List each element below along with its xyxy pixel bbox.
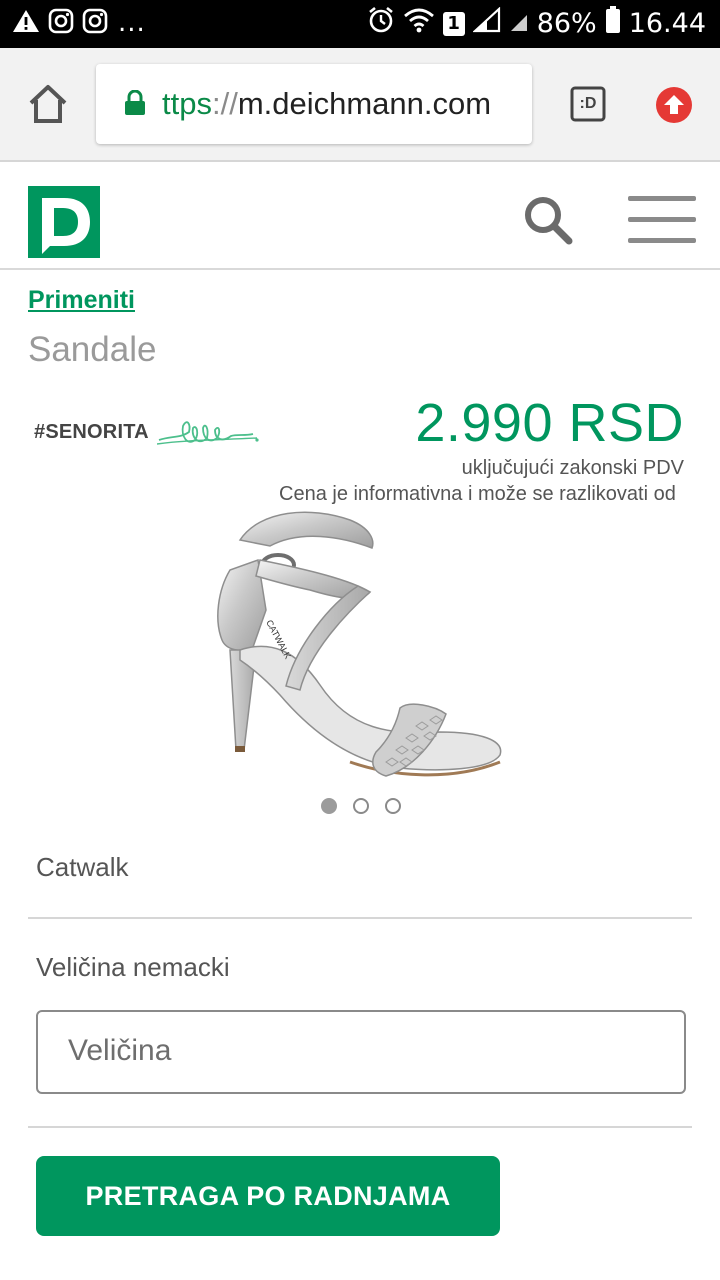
vat-note: uključujući zakonski PDV xyxy=(461,457,684,479)
update-icon xyxy=(656,87,692,123)
status-bar: ... 1 86% 16.44 xyxy=(0,0,720,48)
url-host: m.deichmann.com xyxy=(237,86,492,121)
collection-badge: #SENORITA xyxy=(34,410,261,454)
battery-icon xyxy=(605,6,621,41)
store-search-button[interactable]: PRETRAGA PO RADNJAMA xyxy=(36,1156,500,1236)
carousel-dot-2[interactable] xyxy=(353,798,369,814)
url-text[interactable]: ttps://m.deichmann.com xyxy=(162,86,491,122)
home-button[interactable] xyxy=(26,82,70,126)
home-icon xyxy=(29,85,67,123)
clock: 16.44 xyxy=(628,8,706,39)
status-bar-system: 1 86% 16.44 xyxy=(367,6,706,41)
divider xyxy=(28,917,692,919)
wifi-icon xyxy=(403,7,435,40)
menu-line xyxy=(628,196,696,201)
carousel-dot-3[interactable] xyxy=(385,798,401,814)
warning-icon xyxy=(12,8,40,38)
url-scheme: ttps xyxy=(162,86,212,121)
lock-icon xyxy=(124,89,146,116)
apply-link[interactable]: Primeniti xyxy=(28,286,135,315)
site-header xyxy=(0,162,720,270)
deichmann-logo[interactable] xyxy=(28,186,100,258)
address-bar[interactable]: ttps://m.deichmann.com xyxy=(96,64,532,144)
product-category: Sandale xyxy=(28,330,157,369)
menu-line xyxy=(628,217,696,222)
signal-icon xyxy=(509,7,529,40)
sim-badge-number: 1 xyxy=(447,12,460,34)
instagram-icon xyxy=(48,8,74,38)
carousel-dot-1[interactable] xyxy=(321,798,337,814)
instagram-icon xyxy=(82,8,108,38)
sim-badge-icon: 1 xyxy=(442,11,465,36)
tab-switcher-label: :D xyxy=(579,95,597,112)
product-brand: Catwalk xyxy=(36,852,129,882)
url-separator: :// xyxy=(211,86,238,121)
signal-icon xyxy=(471,6,501,40)
signature-scribble-icon xyxy=(156,421,259,445)
alarm-icon xyxy=(367,6,395,41)
search-button[interactable] xyxy=(522,194,574,246)
product-price: 2.990 RSD xyxy=(415,393,684,453)
size-select[interactable]: Veličina xyxy=(36,1010,686,1094)
size-label: Veličina nemacki xyxy=(36,952,230,982)
browser-toolbar: ttps://m.deichmann.com :D xyxy=(0,48,720,162)
more-notifications-indicator: ... xyxy=(118,8,146,38)
battery-percent: 86% xyxy=(536,8,597,39)
divider xyxy=(28,1126,692,1128)
deichmann-logo-mark xyxy=(42,198,90,254)
product-image[interactable]: CATWALK xyxy=(200,500,520,800)
collection-tag: #SENORITA xyxy=(34,420,149,443)
size-select-placeholder: Veličina xyxy=(68,1034,172,1067)
search-icon xyxy=(525,197,573,245)
tab-switcher-button[interactable]: :D xyxy=(570,86,606,122)
hamburger-menu-button[interactable] xyxy=(628,196,696,246)
update-button[interactable] xyxy=(655,86,693,124)
status-bar-notifications: ... xyxy=(12,8,146,38)
menu-line xyxy=(628,238,696,243)
